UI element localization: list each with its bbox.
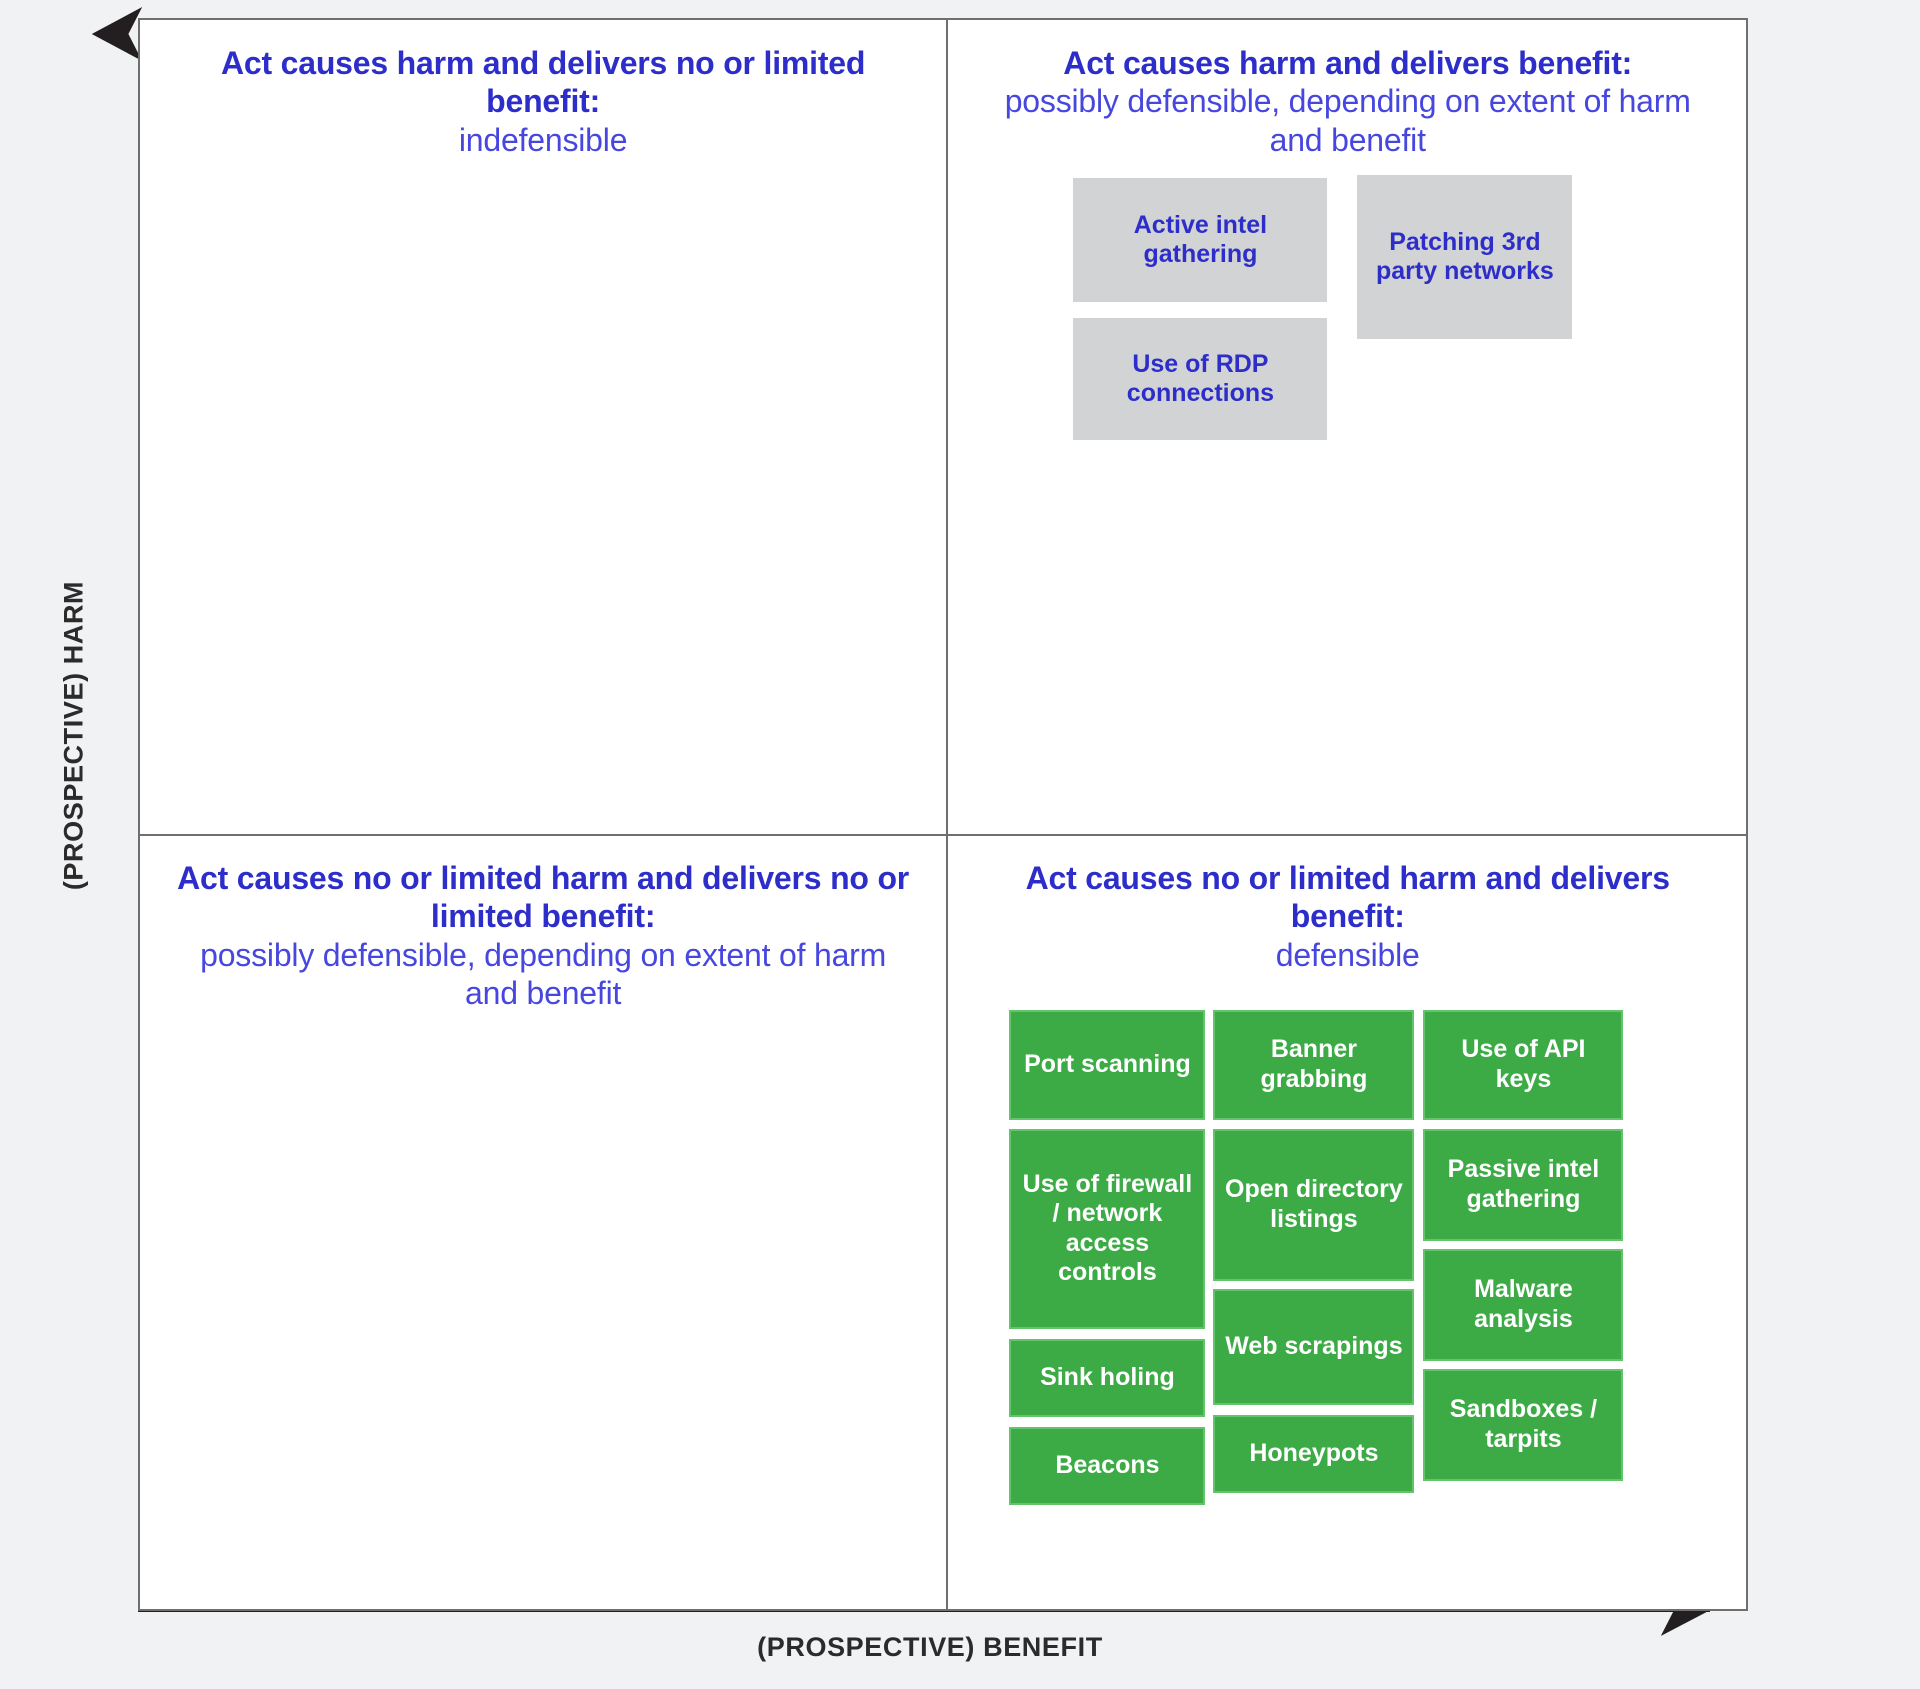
item-box[interactable]: Port scanning: [1009, 1009, 1206, 1120]
item-box[interactable]: Use of API keys: [1423, 1009, 1624, 1120]
item-box[interactable]: Passive intel gathering: [1423, 1128, 1624, 1241]
quadrant-bottom-right-title: Act causes no or limited harm and delive…: [1025, 859, 1670, 935]
y-axis-label: (PROSPECTIVE) HARM: [58, 580, 89, 891]
quadrant-bottom-left-title: Act causes no or limited harm and delive…: [177, 859, 910, 935]
item-box[interactable]: Banner grabbing: [1213, 1009, 1415, 1120]
item-box[interactable]: Malware analysis: [1423, 1248, 1624, 1361]
quadrant-top-right: Act causes harm and delivers benefit: po…: [949, 20, 1746, 834]
quadrant-bottom-left-subtitle: possibly defensible, depending on extent…: [200, 936, 887, 1011]
item-box[interactable]: Sandboxes / tarpits: [1423, 1368, 1624, 1481]
quadrant-bottom-right-subtitle: defensible: [1275, 936, 1420, 973]
quadrant-top-left-heading: Act causes harm and delivers no or limit…: [140, 20, 946, 159]
x-axis-label: (PROSPECTIVE) BENEFIT: [757, 1632, 1103, 1662]
quadrant-bottom-right-heading: Act causes no or limited harm and delive…: [949, 837, 1746, 974]
quadrant-top-right-subtitle: possibly defensible, depending on extent…: [1004, 83, 1691, 158]
quadrant-bottom-left: Act causes no or limited harm and delive…: [140, 837, 946, 1609]
item-box[interactable]: Use of RDP connections: [1073, 318, 1328, 440]
horizontal-divider: [140, 833, 1746, 836]
item-box[interactable]: Beacons: [1009, 1426, 1206, 1505]
quadrant-top-left-subtitle: indefensible: [458, 121, 628, 158]
item-box[interactable]: Sink holing: [1009, 1338, 1206, 1417]
item-box[interactable]: Open directory listings: [1213, 1128, 1415, 1281]
quadrant-top-left-title: Act causes harm and delivers no or limit…: [220, 45, 866, 120]
item-box[interactable]: Honeypots: [1213, 1414, 1415, 1493]
plot-area: Act causes harm and delivers no or limit…: [138, 18, 1748, 1611]
vertical-divider: [946, 20, 949, 1609]
quadrant-bottom-left-heading: Act causes no or limited harm and delive…: [140, 837, 946, 1013]
quadrant-bottom-right: Act causes no or limited harm and delive…: [949, 837, 1746, 1609]
quadrant-top-left: Act causes harm and delivers no or limit…: [140, 20, 946, 834]
quadrant-top-right-title: Act causes harm and delivers benefit:: [1063, 45, 1633, 81]
item-box[interactable]: Active intel gathering: [1073, 178, 1328, 302]
quadrant-top-right-heading: Act causes harm and delivers benefit: po…: [949, 20, 1746, 159]
item-box[interactable]: Web scrapings: [1213, 1288, 1415, 1405]
item-box[interactable]: Patching 3rd party networks: [1357, 175, 1573, 339]
item-box[interactable]: Use of firewall / network access control…: [1009, 1128, 1206, 1329]
quadrant-matrix-canvas: (PROSPECTIVE) HARM (PROSPECTIVE) BENEFIT…: [0, 0, 1920, 1689]
